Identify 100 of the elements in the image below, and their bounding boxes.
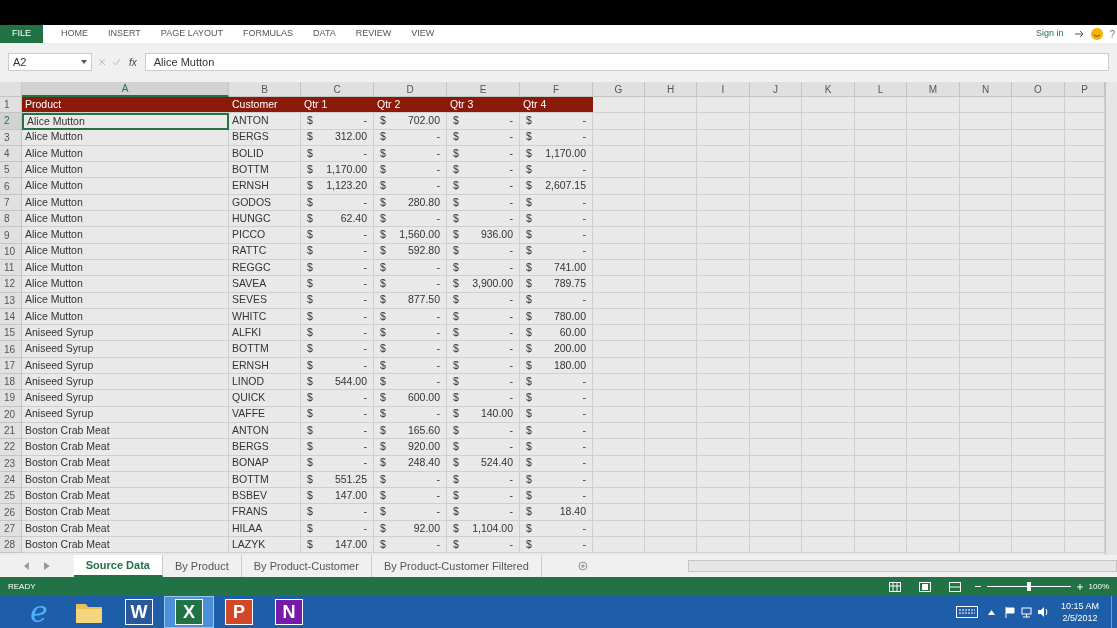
- empty-cell[interactable]: [802, 455, 855, 472]
- empty-cell[interactable]: [907, 211, 960, 228]
- empty-cell[interactable]: [750, 488, 802, 505]
- empty-cell[interactable]: [645, 406, 697, 423]
- empty-cell[interactable]: [802, 374, 855, 391]
- row-header[interactable]: 26: [0, 504, 22, 521]
- empty-cell[interactable]: [593, 308, 645, 326]
- product-cell[interactable]: Boston Crab Meat: [22, 471, 229, 489]
- column-header[interactable]: K: [802, 82, 855, 97]
- empty-cell[interactable]: [593, 488, 645, 505]
- product-cell[interactable]: Alice Mutton: [22, 194, 229, 212]
- amount-cell[interactable]: $ -: [447, 113, 520, 130]
- row-header[interactable]: 22: [0, 439, 22, 456]
- empty-cell[interactable]: [855, 504, 907, 521]
- product-cell[interactable]: Aniseed Syrup: [22, 390, 229, 407]
- empty-cell[interactable]: [697, 308, 750, 326]
- product-cell[interactable]: Aniseed Syrup: [22, 341, 229, 358]
- empty-cell[interactable]: [697, 406, 750, 423]
- amount-cell[interactable]: $ 248.40: [374, 455, 447, 472]
- empty-cell[interactable]: [750, 97, 802, 114]
- column-header[interactable]: J: [750, 82, 802, 97]
- empty-cell[interactable]: [960, 227, 1012, 244]
- product-cell[interactable]: Aniseed Syrup: [22, 374, 229, 391]
- empty-cell[interactable]: [907, 422, 960, 440]
- empty-cell[interactable]: [697, 211, 750, 228]
- empty-cell[interactable]: [1012, 292, 1065, 309]
- empty-cell[interactable]: [907, 227, 960, 244]
- empty-cell[interactable]: [697, 97, 750, 114]
- amount-cell[interactable]: $ 1,170.00: [520, 145, 593, 163]
- empty-cell[interactable]: [855, 259, 907, 277]
- empty-cell[interactable]: [750, 211, 802, 228]
- empty-cell[interactable]: [907, 374, 960, 391]
- empty-cell[interactable]: [960, 471, 1012, 489]
- empty-cell[interactable]: [907, 145, 960, 163]
- empty-cell[interactable]: [645, 357, 697, 375]
- empty-cell[interactable]: [697, 162, 750, 179]
- empty-cell[interactable]: [1012, 276, 1065, 293]
- product-cell[interactable]: Alice Mutton: [22, 211, 229, 228]
- empty-cell[interactable]: [1012, 374, 1065, 391]
- empty-cell[interactable]: [907, 325, 960, 342]
- empty-cell[interactable]: [855, 439, 907, 456]
- empty-cell[interactable]: [802, 406, 855, 423]
- empty-cell[interactable]: [697, 520, 750, 537]
- amount-cell[interactable]: $ -: [520, 390, 593, 407]
- column-header[interactable]: F: [520, 82, 593, 97]
- empty-cell[interactable]: [907, 341, 960, 358]
- empty-cell[interactable]: [802, 259, 855, 277]
- empty-cell[interactable]: [697, 471, 750, 489]
- product-cell[interactable]: Boston Crab Meat: [22, 537, 229, 554]
- empty-cell[interactable]: [907, 357, 960, 375]
- empty-cell[interactable]: [960, 178, 1012, 195]
- empty-cell[interactable]: [750, 145, 802, 163]
- empty-cell[interactable]: [960, 194, 1012, 212]
- amount-cell[interactable]: $ 180.00: [520, 357, 593, 375]
- row-header[interactable]: 28: [0, 537, 22, 554]
- empty-cell[interactable]: [1012, 520, 1065, 537]
- empty-cell[interactable]: [750, 357, 802, 375]
- amount-cell[interactable]: $ -: [447, 129, 520, 146]
- empty-cell[interactable]: [593, 537, 645, 554]
- empty-cell[interactable]: [802, 194, 855, 212]
- empty-cell[interactable]: [907, 178, 960, 195]
- empty-cell[interactable]: [750, 194, 802, 212]
- column-header[interactable]: H: [645, 82, 697, 97]
- empty-cell[interactable]: [593, 422, 645, 440]
- empty-cell[interactable]: [1012, 488, 1065, 505]
- empty-cell[interactable]: [907, 308, 960, 326]
- amount-cell[interactable]: $ 62.40: [301, 211, 374, 228]
- empty-cell[interactable]: [1012, 439, 1065, 456]
- amount-cell[interactable]: $ 147.00: [301, 488, 374, 505]
- empty-cell[interactable]: [1012, 455, 1065, 472]
- product-cell[interactable]: Alice Mutton: [22, 243, 229, 260]
- empty-cell[interactable]: [593, 129, 645, 146]
- empty-cell[interactable]: [593, 471, 645, 489]
- page-break-icon[interactable]: [948, 581, 961, 592]
- empty-cell[interactable]: [960, 243, 1012, 260]
- close-icon[interactable]: [98, 58, 106, 66]
- empty-cell[interactable]: [1012, 129, 1065, 146]
- empty-cell[interactable]: [1012, 211, 1065, 228]
- amount-cell[interactable]: $ -: [374, 162, 447, 179]
- empty-cell[interactable]: [697, 178, 750, 195]
- column-header[interactable]: O: [1012, 82, 1065, 97]
- product-cell[interactable]: Alice Mutton: [22, 145, 229, 163]
- empty-cell[interactable]: [1012, 406, 1065, 423]
- empty-cell[interactable]: [645, 439, 697, 456]
- row-header[interactable]: 25: [0, 488, 22, 505]
- amount-cell[interactable]: $ -: [447, 178, 520, 195]
- amount-cell[interactable]: $ -: [301, 504, 374, 521]
- amount-cell[interactable]: $ -: [301, 357, 374, 375]
- empty-cell[interactable]: [697, 113, 750, 130]
- empty-cell[interactable]: [802, 422, 855, 440]
- amount-cell[interactable]: $ -: [447, 211, 520, 228]
- empty-cell[interactable]: [855, 145, 907, 163]
- empty-cell[interactable]: [855, 406, 907, 423]
- empty-cell[interactable]: [802, 97, 855, 114]
- amount-cell[interactable]: $ 280.80: [374, 194, 447, 212]
- amount-cell[interactable]: $ -: [374, 537, 447, 554]
- empty-cell[interactable]: [697, 357, 750, 375]
- amount-cell[interactable]: $ -: [520, 374, 593, 391]
- amount-cell[interactable]: $ -: [520, 243, 593, 260]
- empty-cell[interactable]: [855, 537, 907, 554]
